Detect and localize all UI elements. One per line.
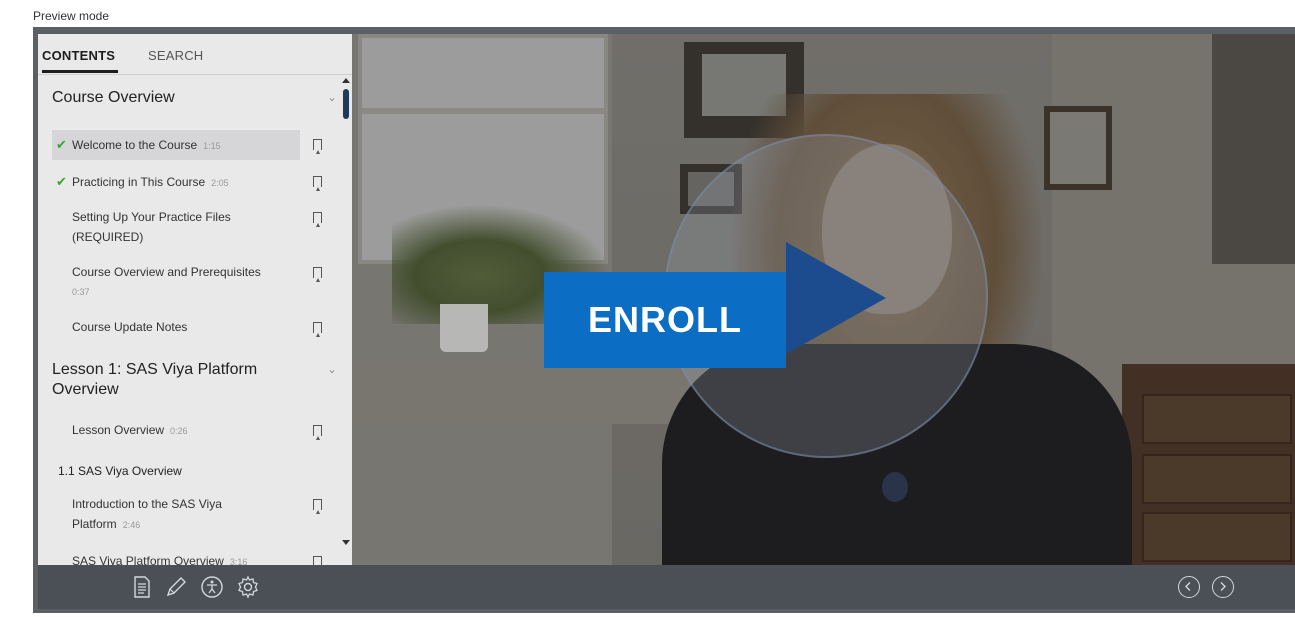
sidebar-tabs: CONTENTS SEARCH [38,34,352,75]
item-label: Lesson Overview [72,423,165,437]
list-item-welcome[interactable]: ✔ Welcome to the Course 1:15 [52,130,300,160]
contents-list: Course Overview ⌄ ✔ Welcome to the Cours… [38,75,340,565]
section-lesson-1[interactable]: Lesson 1: SAS Viya Platform Overview ⌄ [52,360,337,400]
play-icon[interactable] [786,242,886,354]
item-label: Introduction to the SAS Viya [72,497,222,511]
list-item-update-notes[interactable]: Course Update Notes [52,317,300,337]
accessibility-icon[interactable] [200,575,224,599]
scroll-thumb[interactable] [343,89,349,119]
list-item-viya-platform-overview[interactable]: SAS Viya Platform Overview 3:16 [52,551,300,565]
item-duration: 1:15 [203,141,221,151]
gear-icon[interactable] [236,575,260,599]
check-icon: ✔ [56,137,67,152]
course-player: CONTENTS SEARCH Course Overview ⌄ ✔ Welc… [33,27,1295,613]
previous-icon [1185,582,1191,591]
player-toolbar [38,565,1295,609]
item-label-line2: (REQUIRED) [72,230,144,244]
item-label: Course Overview and Prerequisites [72,265,261,279]
scroll-down-icon[interactable] [342,540,350,545]
item-duration: 3:16 [229,557,248,565]
item-label: SAS Viya Platform Overview [72,554,224,565]
enroll-button[interactable]: ENROLL [544,272,786,368]
next-button[interactable] [1212,576,1234,598]
section-title: Lesson 1: SAS Viya Platform [52,361,258,378]
item-label: Practicing in This Course [72,175,206,189]
tab-contents[interactable]: CONTENTS [42,48,119,73]
item-label-line2: Platform [72,517,117,531]
check-icon: ✔ [56,174,67,189]
previous-button[interactable] [1178,576,1200,598]
bookmark-icon[interactable] [313,425,322,440]
list-item-practice-files[interactable]: Setting Up Your Practice Files (REQUIRED… [52,207,300,247]
bookmark-icon[interactable] [313,139,322,154]
item-label: Welcome to the Course [72,138,198,152]
pencil-icon[interactable] [164,575,188,599]
scroll-up-icon[interactable] [342,78,350,83]
section-title-line2: Overview [52,381,119,398]
chevron-down-icon: ⌄ [327,92,337,104]
item-duration: 2:05 [211,178,229,188]
item-duration: 2:46 [122,520,141,530]
tab-search[interactable]: SEARCH [148,48,203,63]
item-duration: 0:26 [170,426,188,436]
bookmark-icon[interactable] [313,267,322,282]
bookmark-icon[interactable] [313,212,322,227]
bookmark-icon[interactable] [313,322,322,337]
list-item-practicing[interactable]: ✔ Practicing in This Course 2:05 [52,167,300,197]
section-title: Course Overview [52,89,175,106]
bookmark-icon[interactable] [313,176,322,191]
video-player[interactable]: ENROLL [352,34,1295,565]
subsection-viya-overview[interactable]: 1.1 SAS Viya Overview [58,464,182,478]
list-item-prerequisites[interactable]: Course Overview and Prerequisites 0:37 [52,262,300,302]
list-item-lesson-overview[interactable]: Lesson Overview 0:26 [52,420,300,440]
document-icon[interactable] [130,575,154,599]
next-icon [1220,582,1226,591]
preview-mode-label: Preview mode [33,9,110,23]
bookmark-icon[interactable] [313,499,322,514]
item-label: Setting Up Your Practice Files [72,210,231,224]
item-duration: 0:37 [72,287,90,297]
chevron-down-icon: ⌄ [327,364,337,376]
list-item-intro-viya[interactable]: Introduction to the SAS Viya Platform 2:4… [52,494,300,534]
sidebar-scrollbar[interactable] [340,75,352,565]
bookmark-icon[interactable] [313,556,322,565]
section-course-overview[interactable]: Course Overview ⌄ [52,88,337,108]
course-sidebar: CONTENTS SEARCH Course Overview ⌄ ✔ Welc… [38,34,352,565]
item-label: Course Update Notes [72,320,188,334]
